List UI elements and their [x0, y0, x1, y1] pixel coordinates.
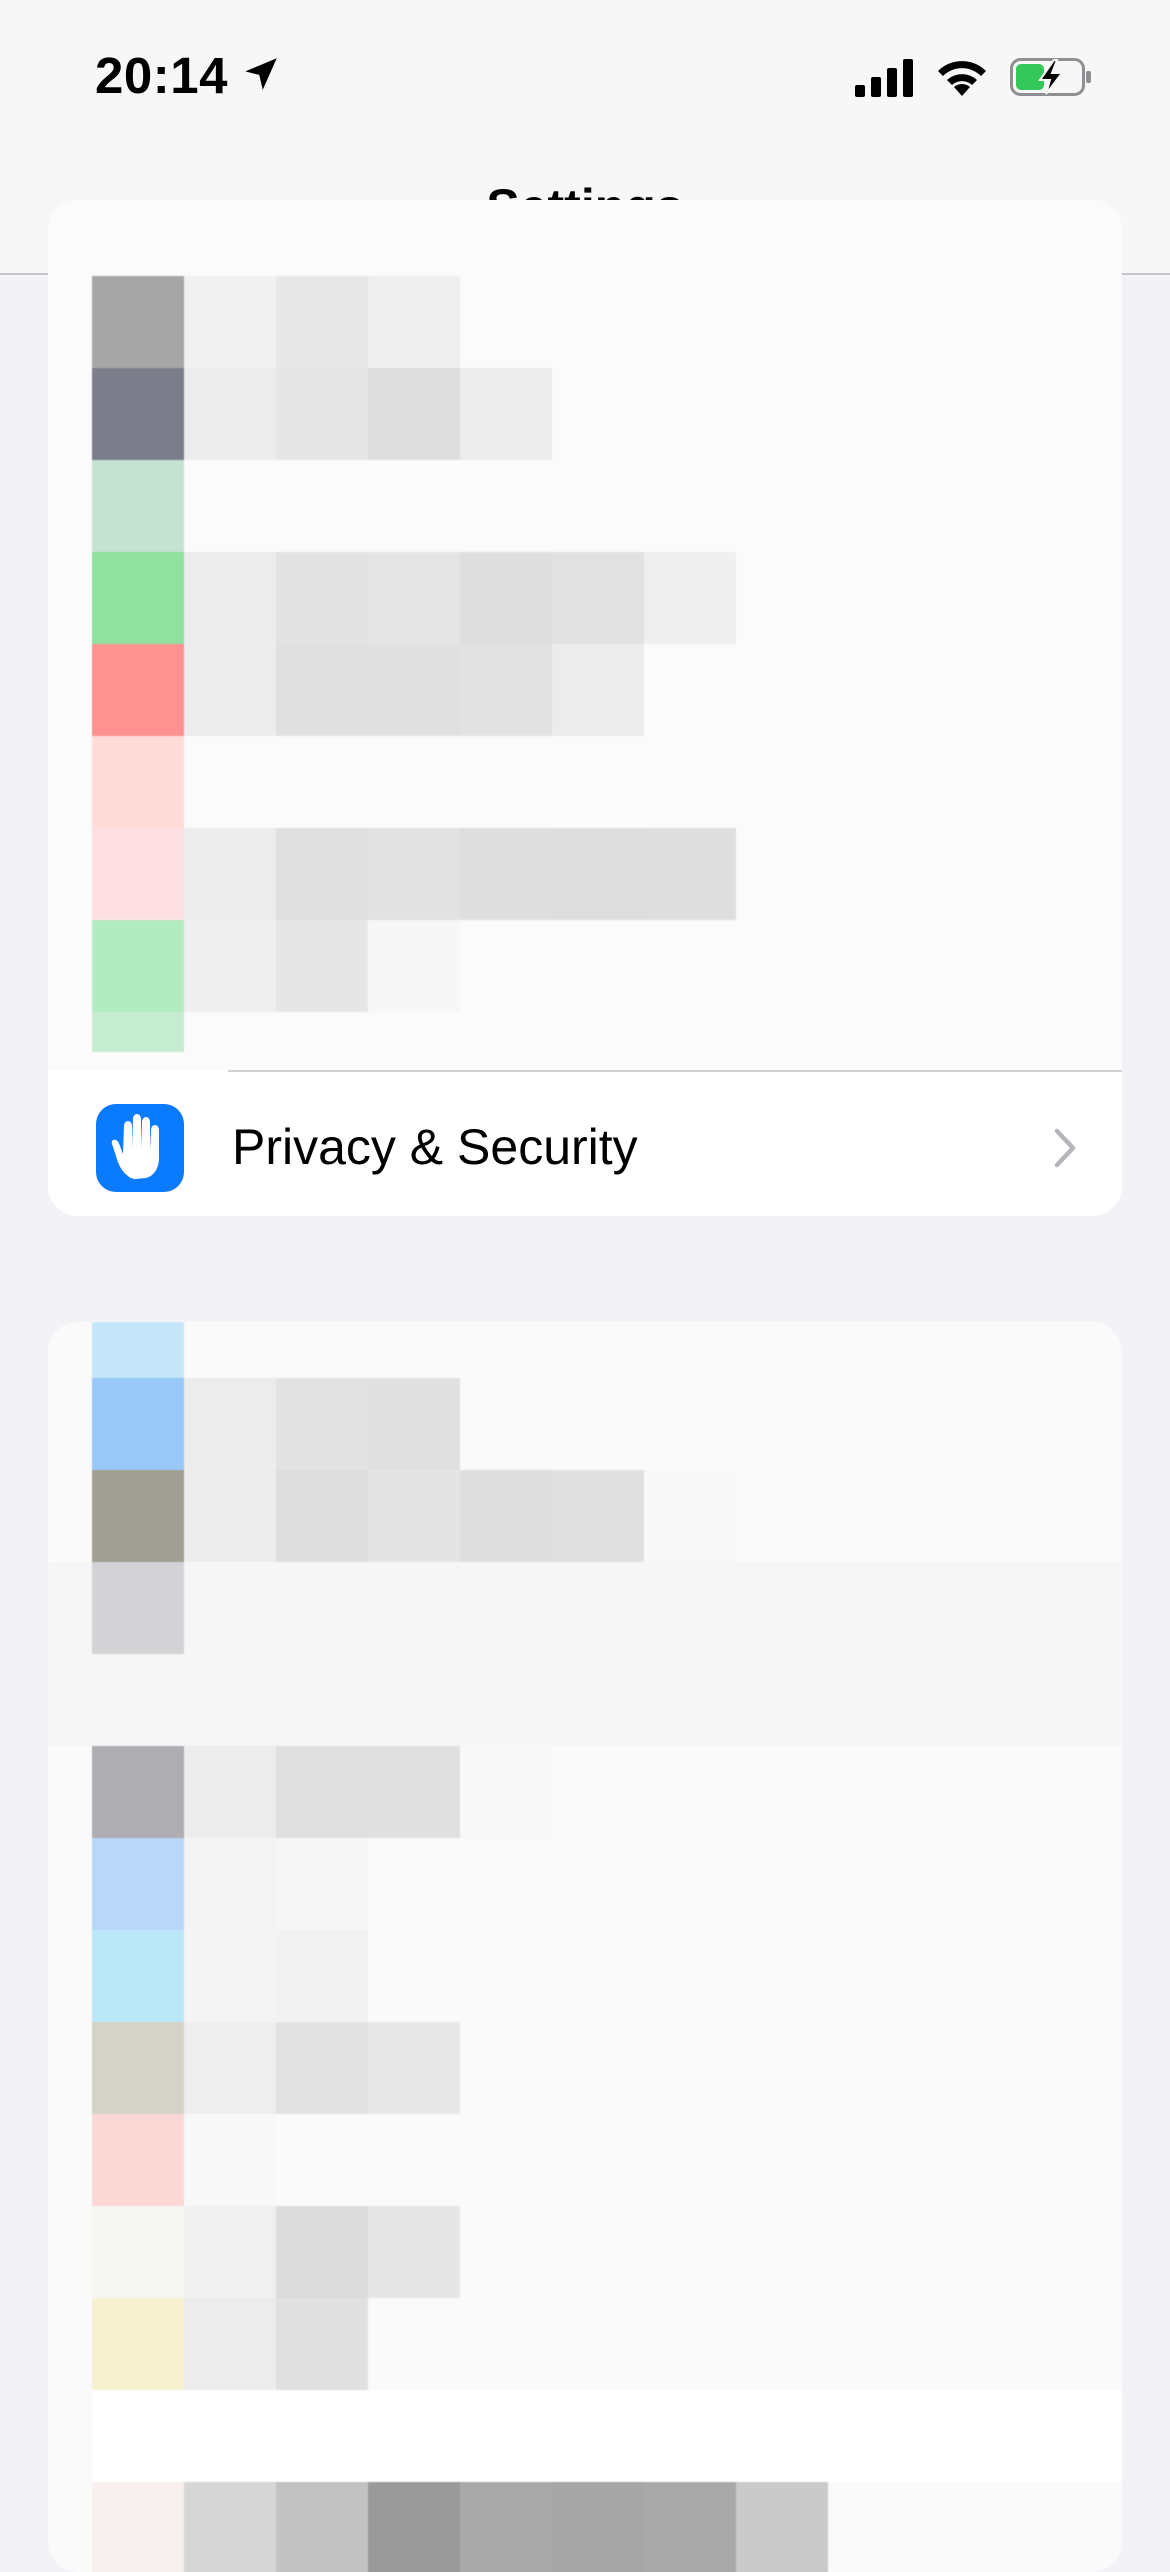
obscured-label — [368, 2206, 460, 2298]
status-time: 20:14 — [95, 47, 228, 104]
obscured-label — [184, 1746, 276, 1838]
obscured-label — [368, 552, 460, 644]
hand-icon — [111, 1114, 159, 1179]
obscured-icon — [92, 460, 184, 552]
obscured-label — [276, 2482, 368, 2572]
obscured-label — [368, 2022, 460, 2114]
obscured-label — [736, 2482, 828, 2572]
obscured-label — [368, 368, 460, 460]
obscured-label — [276, 1930, 368, 2022]
obscured-label — [276, 920, 368, 1012]
obscured-label — [276, 828, 368, 920]
obscured-icon — [92, 1838, 184, 1930]
obscured-label — [184, 368, 276, 460]
obscured-icon — [92, 736, 184, 828]
obscured-label — [368, 644, 460, 736]
obscured-icon — [92, 1746, 184, 1838]
status-bar: 20:14 — [0, 0, 1170, 150]
obscured-label — [184, 2114, 276, 2206]
obscured-label — [184, 2482, 276, 2572]
obscured-label — [460, 1746, 552, 1838]
obscured-gap — [92, 2390, 1122, 2482]
obscured-label — [644, 2482, 736, 2572]
obscured-label — [368, 920, 460, 1012]
obscured-label — [276, 1838, 368, 1930]
obscured-label — [276, 368, 368, 460]
obscured-icon — [92, 920, 184, 1012]
obscured-label — [368, 828, 460, 920]
obscured-settings-rows — [48, 1322, 1122, 2572]
battery-charging-icon — [1010, 58, 1091, 96]
obscured-label — [276, 1378, 368, 1470]
obscured-label — [276, 1746, 368, 1838]
obscured-label — [552, 552, 644, 644]
obscured-icon — [92, 1930, 184, 2022]
obscured-label — [644, 1470, 736, 1562]
obscured-label — [276, 2298, 368, 2390]
obscured-gap — [48, 1562, 1122, 1746]
obscured-label — [276, 552, 368, 644]
obscured-label — [276, 644, 368, 736]
obscured-label — [644, 552, 736, 644]
obscured-label — [552, 1470, 644, 1562]
obscured-label — [368, 2482, 460, 2572]
obscured-settings-rows — [48, 200, 1122, 1070]
obscured-label — [552, 828, 644, 920]
privacy-security-label: Privacy & Security — [232, 1119, 638, 1175]
obscured-label — [276, 2022, 368, 2114]
wifi-icon — [938, 61, 986, 96]
obscured-label — [276, 1470, 368, 1562]
obscured-icon — [92, 1012, 184, 1052]
obscured-icon — [92, 2206, 184, 2298]
obscured-label — [460, 368, 552, 460]
obscured-icon — [92, 276, 184, 368]
privacy-security-icon-tile — [96, 1104, 184, 1192]
obscured-label — [552, 644, 644, 736]
obscured-label — [368, 1746, 460, 1838]
obscured-label — [460, 552, 552, 644]
chevron-right-icon — [1054, 1128, 1076, 1168]
obscured-label — [276, 2206, 368, 2298]
obscured-label — [184, 828, 276, 920]
row-divider — [228, 1070, 1122, 1072]
obscured-label — [460, 828, 552, 920]
obscured-icon — [92, 552, 184, 644]
obscured-label — [184, 2206, 276, 2298]
obscured-icon — [92, 1470, 184, 1562]
obscured-icon — [92, 2298, 184, 2390]
obscured-icon — [92, 368, 184, 460]
privacy-security-row[interactable]: Privacy & Security — [48, 1070, 1122, 1210]
obscured-icon — [92, 644, 184, 736]
location-arrow-icon — [245, 58, 277, 90]
obscured-label — [368, 276, 460, 368]
cellular-signal-icon — [855, 59, 913, 97]
obscured-icon — [92, 2482, 184, 2572]
obscured-label — [460, 644, 552, 736]
obscured-label — [184, 1378, 276, 1470]
obscured-label — [184, 2022, 276, 2114]
obscured-label — [368, 1378, 460, 1470]
obscured-label — [368, 1470, 460, 1562]
obscured-label — [184, 2298, 276, 2390]
obscured-label — [460, 1470, 552, 1562]
obscured-label — [184, 1838, 276, 1930]
settings-group-2 — [48, 1322, 1122, 2572]
obscured-icon — [92, 828, 184, 920]
obscured-icon — [92, 2114, 184, 2206]
obscured-label — [644, 828, 736, 920]
obscured-label — [184, 552, 276, 644]
obscured-label — [184, 1470, 276, 1562]
obscured-label — [184, 1930, 276, 2022]
obscured-icon — [92, 2022, 184, 2114]
obscured-label — [276, 276, 368, 368]
obscured-label — [184, 920, 276, 1012]
obscured-label — [552, 2482, 644, 2572]
obscured-icon — [92, 1562, 184, 1654]
obscured-label — [184, 276, 276, 368]
obscured-icon — [92, 1322, 184, 1378]
obscured-icon — [92, 1378, 184, 1470]
obscured-label — [460, 2482, 552, 2572]
obscured-label — [184, 644, 276, 736]
settings-group-1: Privacy & Security — [48, 200, 1122, 1216]
